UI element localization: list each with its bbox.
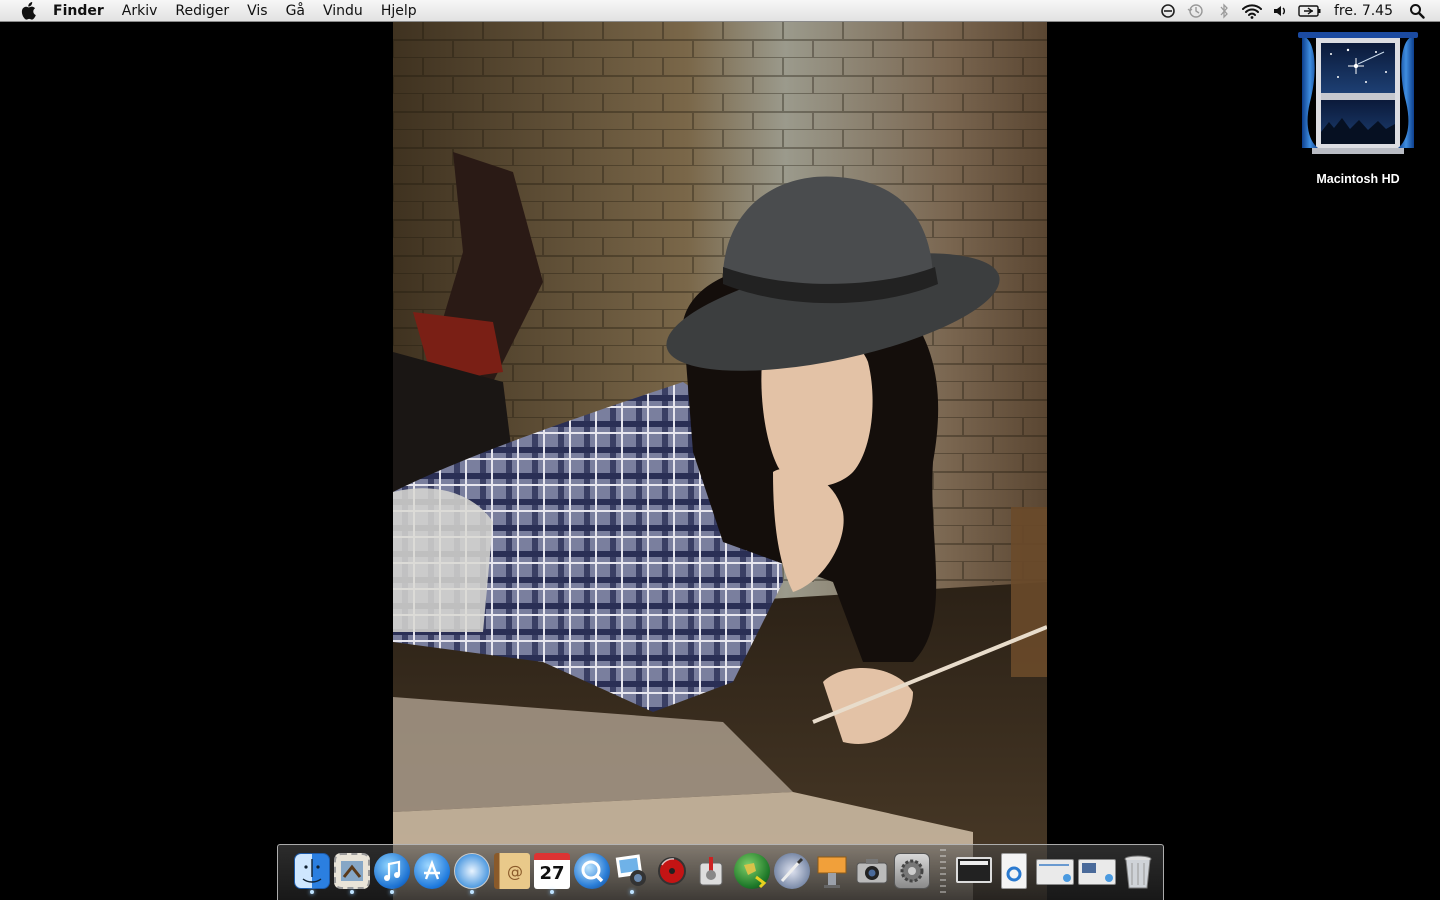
ical-calendar-icon: 27 — [534, 853, 570, 889]
itunes-icon — [374, 853, 410, 889]
brush-editor-icon — [774, 853, 810, 889]
dock-address-book[interactable]: @ — [492, 845, 532, 895]
dock-safari[interactable] — [452, 845, 492, 895]
dock-dvd-player[interactable] — [652, 845, 692, 895]
dock-system-preferences[interactable] — [892, 845, 932, 895]
running-indicator — [630, 890, 634, 894]
dock-itunes[interactable] — [372, 845, 412, 895]
menubar-clock[interactable]: fre. 7.45 — [1326, 0, 1403, 22]
dock-mail[interactable] — [332, 845, 372, 895]
safari-compass-icon — [454, 853, 490, 889]
iphoto-icon — [614, 853, 650, 889]
gear-icon — [894, 853, 930, 889]
sync-icon[interactable] — [1157, 0, 1179, 22]
desktop-wallpaper-photo — [393, 22, 1047, 900]
app-store-icon — [414, 853, 450, 889]
trash-icon — [1120, 853, 1156, 889]
dock: @ 27 — [277, 844, 1164, 900]
spotlight-search-icon[interactable] — [1406, 0, 1428, 22]
keynote-podium-icon — [814, 853, 850, 889]
battery-icon[interactable] — [1297, 0, 1323, 22]
ical-date: 27 — [539, 863, 565, 884]
instruments-icon — [694, 853, 730, 889]
running-indicator — [550, 890, 554, 894]
wifi-icon[interactable] — [1241, 0, 1263, 22]
mail-stamp-icon — [334, 853, 370, 889]
svg-text:@: @ — [507, 862, 523, 881]
macintosh-hd-icon[interactable]: Macintosh HD — [1296, 32, 1420, 186]
address-book-icon: @ — [494, 853, 530, 889]
document-file-icon — [1001, 853, 1027, 889]
dock-trash[interactable] — [1118, 845, 1158, 895]
dock-keynote[interactable] — [812, 845, 852, 895]
dock-stack-desktop-folder[interactable] — [954, 845, 994, 895]
dock-stack-screenshot-2[interactable] — [1076, 845, 1118, 895]
bluetooth-icon[interactable] — [1213, 0, 1235, 22]
menu-arkiv[interactable]: Arkiv — [113, 0, 167, 22]
screenshot-stack-icon — [1036, 859, 1074, 885]
screenshot-stack-icon — [1078, 859, 1116, 885]
hard-drive-window-icon — [1296, 32, 1420, 162]
running-indicator — [310, 890, 314, 894]
menu-vindu[interactable]: Vindu — [314, 0, 372, 22]
status-area: fre. 7.45 — [1154, 0, 1440, 22]
dock-instruments[interactable] — [692, 845, 732, 895]
dock-quicktime[interactable] — [572, 845, 612, 895]
macintosh-hd-label: Macintosh HD — [1316, 172, 1400, 186]
menu-ga[interactable]: Gå — [277, 0, 314, 22]
menu-vis[interactable]: Vis — [238, 0, 276, 22]
time-machine-icon[interactable] — [1185, 0, 1207, 22]
menu-rediger[interactable]: Rediger — [166, 0, 238, 22]
dock-separator — [940, 849, 946, 893]
running-indicator — [350, 890, 354, 894]
dock-finder[interactable] — [292, 845, 332, 895]
dock-stack-screenshot-1[interactable] — [1034, 845, 1076, 895]
camera-icon — [854, 853, 890, 889]
dock-app-store[interactable] — [412, 845, 452, 895]
menu-finder[interactable]: Finder — [47, 0, 113, 22]
globe-icon — [734, 853, 770, 889]
dock-photo-booth[interactable] — [852, 845, 892, 895]
folder-stack-icon — [956, 857, 992, 883]
apple-icon[interactable] — [17, 0, 39, 22]
dock-stack-documents[interactable] — [994, 845, 1034, 895]
dock-network-globe[interactable] — [732, 845, 772, 895]
menu-hjelp[interactable]: Hjelp — [372, 0, 426, 22]
running-indicator — [390, 890, 394, 894]
running-indicator — [470, 890, 474, 894]
finder-icon — [294, 853, 330, 889]
quicktime-icon — [574, 853, 610, 889]
dock-iphoto[interactable] — [612, 845, 652, 895]
dvd-player-icon — [654, 853, 690, 889]
menu-bar: Finder Arkiv Rediger Vis Gå Vindu Hjelp … — [0, 0, 1440, 22]
dock-preview-editor[interactable] — [772, 845, 812, 895]
volume-icon[interactable] — [1269, 0, 1291, 22]
dock-ical[interactable]: 27 — [532, 845, 572, 895]
